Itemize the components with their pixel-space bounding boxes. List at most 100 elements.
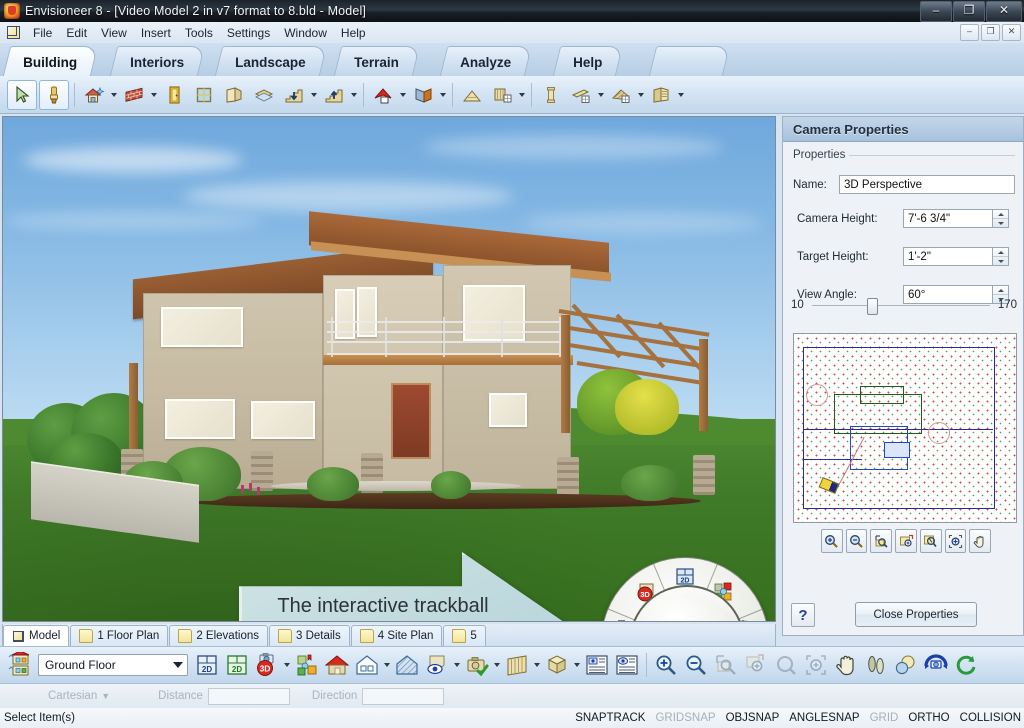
brick-wall-dropdown[interactable] [149,82,159,108]
zoom-previous-icon[interactable] [895,529,917,553]
framing-tool[interactable] [488,81,516,109]
foundation-tool[interactable] [458,81,486,109]
select-arrow-tool[interactable] [7,79,37,110]
distance-input[interactable] [207,687,290,705]
slider-thumb[interactable] [866,297,878,315]
status-toggle-anglesnap[interactable]: ANGLESNAP [789,712,859,724]
menu-item-view[interactable]: View [94,24,134,42]
level-selector[interactable]: Ground Floor [38,654,188,676]
mdi-minimize-button[interactable]: – [960,24,979,41]
status-toggle-gridsnap[interactable]: GRIDSNAP [655,712,715,724]
brick-wall-tool[interactable] [120,81,148,109]
house-wizard-dropdown[interactable] [109,82,119,108]
view-angle-slider[interactable]: 10 170 [791,293,1017,317]
name-input[interactable] [839,175,1015,194]
maximize-button[interactable]: ❐ [953,1,985,22]
mdi-restore-button[interactable]: ❐ [981,24,1000,41]
zoom-in-icon[interactable] [821,529,843,553]
menu-item-settings[interactable]: Settings [220,24,277,42]
floor-deck-tool[interactable] [250,81,278,109]
target-height-input[interactable] [903,247,993,266]
menu-item-file[interactable]: File [26,24,59,42]
walkthrough-footsteps-icon[interactable] [862,651,890,679]
wireframe-house-dropdown[interactable] [382,652,392,678]
camera-height-input[interactable] [903,209,993,228]
status-toggle-objsnap[interactable]: OBJSNAP [726,712,780,724]
house-wizard-tool[interactable] [80,81,108,109]
zoom-out-icon[interactable] [682,651,710,679]
column-tool[interactable] [537,81,565,109]
roof-dropdown[interactable] [398,82,408,108]
exterior-view-icon[interactable] [323,651,351,679]
view-2d-icon[interactable]: 2D [193,651,221,679]
tab-help[interactable]: Help [551,46,624,76]
doctab-details[interactable]: 3 Details [269,625,350,646]
pan-hand-icon[interactable] [832,651,860,679]
site-plan-minimap[interactable] [793,333,1017,523]
zoom-extents-icon[interactable] [944,529,967,553]
doctab-site-plan[interactable]: 4 Site Plan [350,625,443,646]
help-button[interactable]: ? [791,603,815,627]
tab-analyze[interactable]: Analyze [438,46,533,76]
wireframe-house-icon[interactable] [353,651,381,679]
zoom-selected-icon[interactable] [919,529,942,553]
tab-terrain[interactable]: Terrain [332,46,421,76]
material-list-tool[interactable] [647,81,675,109]
roof-plane-tool[interactable] [409,81,437,109]
direction-input[interactable] [362,687,445,705]
pan-hand-icon[interactable] [969,529,992,553]
material-list-dropdown[interactable] [676,82,686,108]
framing-dropdown[interactable] [517,82,527,108]
menu-item-window[interactable]: Window [277,24,334,42]
stairs-down-tool[interactable] [280,81,308,109]
close-properties-button[interactable]: Close Properties [855,602,977,627]
menu-item-edit[interactable]: Edit [59,24,94,42]
cube-view-dropdown[interactable] [572,652,582,678]
zoom-out-icon[interactable] [845,529,868,553]
view-3d-dropdown[interactable] [282,652,292,678]
cube-view-icon[interactable] [543,651,571,679]
menu-item-insert[interactable]: Insert [134,24,178,42]
camera-height-stepper[interactable] [993,209,1009,228]
paintbrush-tool[interactable] [39,79,69,110]
building-levels-icon[interactable] [5,651,33,679]
zoom-in-icon[interactable] [652,651,680,679]
section-dropdown[interactable] [532,652,542,678]
zoom-window-icon[interactable] [712,651,740,679]
view-3d-icon[interactable]: 3D [253,651,281,679]
navigation-trackball[interactable]: 2D 3D [601,557,769,621]
3d-model-viewport[interactable]: The interactive trackball instantly zoom… [2,116,776,622]
status-toggle-collision[interactable]: COLLISION [960,712,1021,724]
slider-track[interactable] [811,297,990,315]
tab-building[interactable]: Building [1,46,99,76]
close-button[interactable]: ✕ [986,1,1022,22]
camera-check-icon[interactable] [463,651,491,679]
beam-tool[interactable] [567,81,595,109]
layer-list-icon[interactable] [583,651,611,679]
status-toggle-snaptrack[interactable]: SNAPTRACK [575,712,645,724]
section-icon[interactable] [503,651,531,679]
hatch-house-icon[interactable] [393,651,421,679]
tab-interiors[interactable]: Interiors [108,46,206,76]
doctab-model[interactable]: Model [3,625,70,646]
layer-view-icon[interactable] [613,651,641,679]
view-2d-color-icon[interactable]: 2D [223,651,251,679]
stairs-up-dropdown[interactable] [349,82,359,108]
zoom-selected-icon[interactable] [742,651,770,679]
coordinate-mode-label[interactable]: Cartesian [48,690,97,702]
rotate-view-icon[interactable] [922,651,950,679]
render-quality-icon[interactable] [293,651,321,679]
chevron-down-icon[interactable]: ▼ [101,691,110,701]
beam-dropdown[interactable] [596,82,606,108]
visibility-eye-dropdown[interactable] [452,652,462,678]
truss-dropdown[interactable] [636,82,646,108]
opening-tool[interactable] [220,81,248,109]
doctab-floor-plan[interactable]: 1 Floor Plan [70,625,169,646]
status-toggle-grid[interactable]: GRID [870,712,899,724]
zoom-window-icon[interactable] [870,529,893,553]
zoom-all-icon[interactable] [802,651,830,679]
menu-item-tools[interactable]: Tools [178,24,220,42]
refresh-view-icon[interactable] [952,651,980,679]
visibility-eye-icon[interactable] [423,651,451,679]
tab-overflow[interactable] [647,46,731,76]
